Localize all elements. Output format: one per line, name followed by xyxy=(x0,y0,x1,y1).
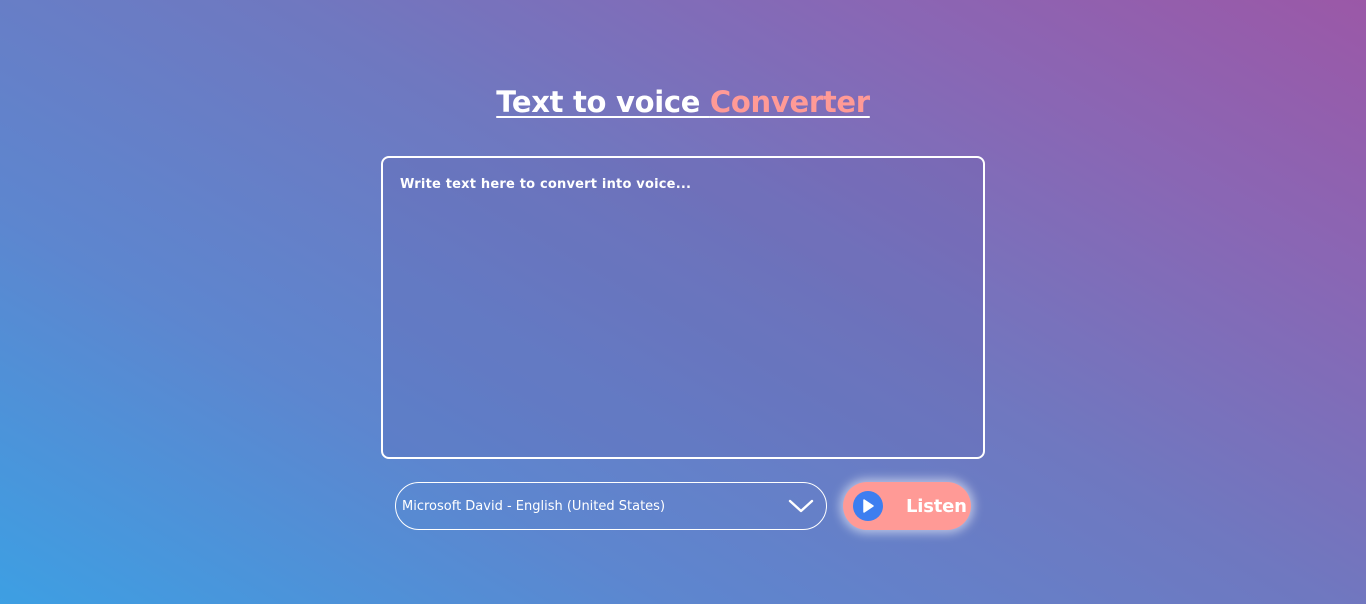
play-icon xyxy=(853,491,883,521)
title-text-to-voice: Text to voice xyxy=(496,85,710,119)
voice-select[interactable]: Microsoft David - English (United States… xyxy=(395,482,827,530)
listen-button[interactable]: Listen xyxy=(843,482,971,530)
title-converter: Converter xyxy=(709,85,870,119)
voice-select-value: Microsoft David - English (United States… xyxy=(402,498,666,514)
listen-button-label: Listen xyxy=(906,495,967,517)
page-title-text: Text to voice Converter xyxy=(496,82,870,122)
chevron-down-icon xyxy=(788,497,814,515)
page-title: Text to voice Converter xyxy=(0,82,1366,122)
text-input-container xyxy=(381,156,985,459)
text-input[interactable] xyxy=(400,177,966,438)
